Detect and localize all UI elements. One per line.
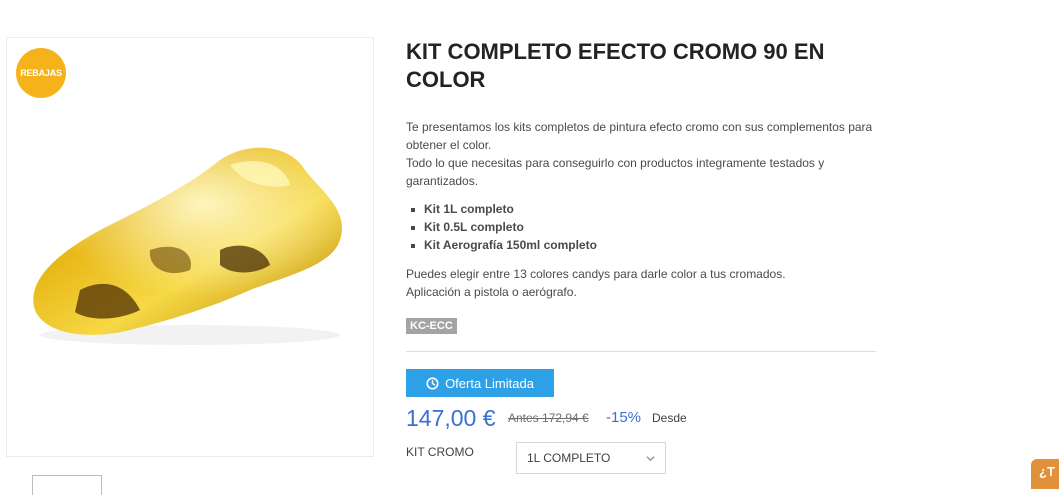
sale-badge: REBAJAS bbox=[16, 48, 66, 98]
clock-icon bbox=[426, 376, 439, 390]
chevron-down-icon bbox=[646, 455, 655, 461]
current-price: 147,00 € bbox=[406, 405, 496, 431]
feature-item: Kit 0.5L completo bbox=[406, 218, 597, 236]
discount-percent: -15% bbox=[606, 409, 642, 426]
extra-line: Aplicación a pistola o aerógrafo. bbox=[406, 285, 577, 299]
help-tab[interactable]: ¿T bbox=[1031, 459, 1059, 489]
variant-selected-value: 1L COMPLETO bbox=[527, 451, 611, 465]
product-extra-info: Puedes elegir entre 13 colores candys pa… bbox=[406, 265, 886, 301]
extra-line: Puedes elegir entre 13 colores candys pa… bbox=[406, 267, 786, 281]
limited-offer-button[interactable]: Oferta Limitada bbox=[406, 369, 554, 397]
old-price: Antes 172,94 € bbox=[508, 411, 589, 425]
feature-item: Kit Aerografía 150ml completo bbox=[406, 236, 597, 254]
feature-list: Kit 1L completo Kit 0.5L completo Kit Ae… bbox=[406, 200, 597, 254]
product-image bbox=[33, 147, 342, 345]
description-line: Todo lo que necesitas para conseguirlo c… bbox=[406, 156, 825, 188]
divider bbox=[406, 351, 876, 352]
from-label: Desde bbox=[652, 411, 687, 425]
feature-item: Kit 1L completo bbox=[406, 200, 597, 218]
offer-label: Oferta Limitada bbox=[445, 375, 534, 391]
product-description: Te presentamos los kits completos de pin… bbox=[406, 118, 886, 190]
description-line: Te presentamos los kits completos de pin… bbox=[406, 120, 873, 152]
thumbnail[interactable] bbox=[32, 475, 102, 495]
variant-select[interactable]: 1L COMPLETO bbox=[516, 442, 666, 474]
variant-label: KIT CROMO bbox=[406, 445, 474, 459]
reference-badge: KC-ECC bbox=[406, 318, 457, 334]
product-title: KIT COMPLETO EFECTO CROMO 90 EN COLOR bbox=[406, 39, 825, 92]
